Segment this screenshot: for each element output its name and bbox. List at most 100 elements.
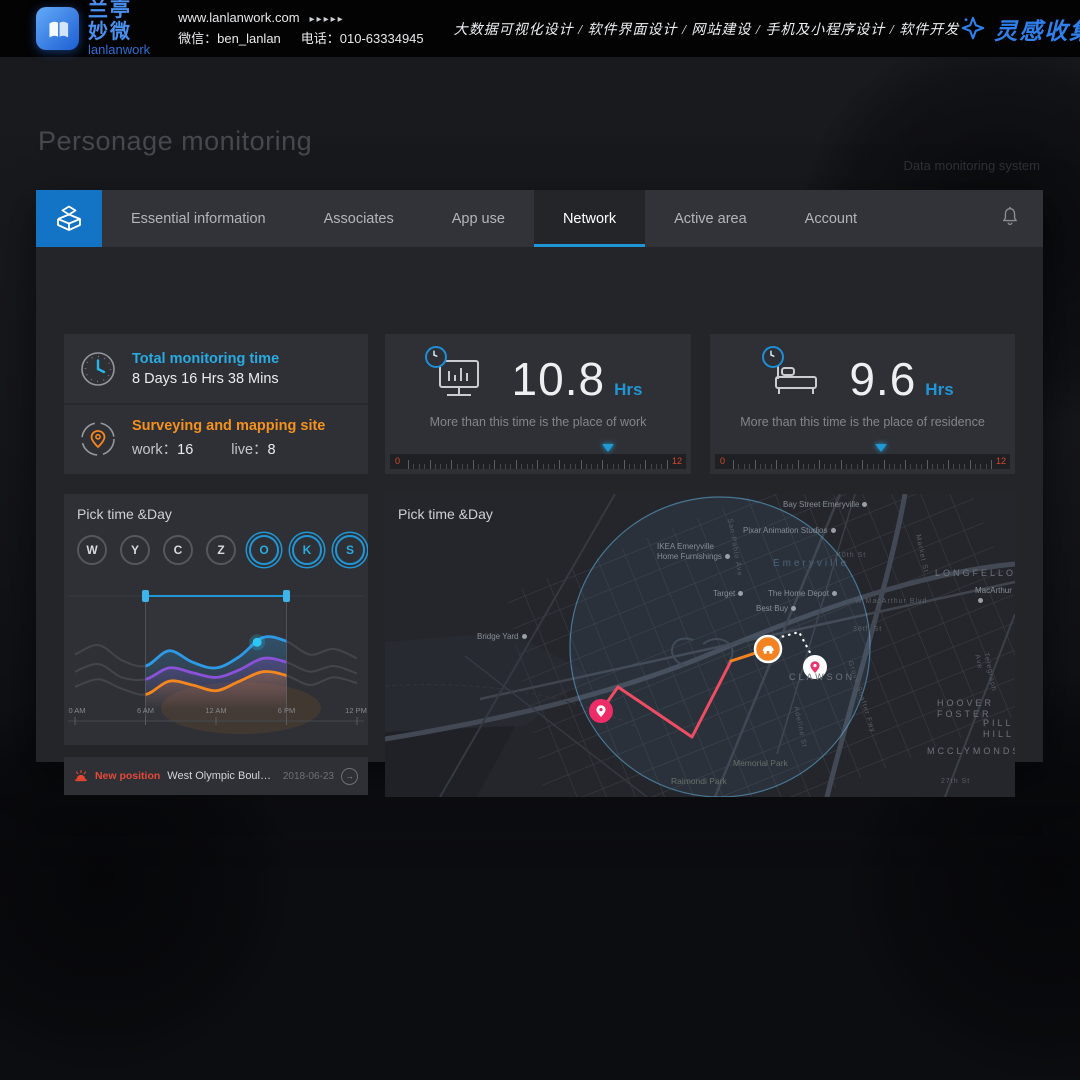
- day-button-s[interactable]: S: [335, 535, 365, 565]
- svg-text:0 AM: 0 AM: [68, 706, 85, 715]
- map-pin-icon: [831, 528, 836, 533]
- tab-bar: Essential informationAssociatesApp useNe…: [36, 190, 1043, 247]
- scale-tick: [430, 460, 431, 469]
- day-button-c[interactable]: C: [163, 535, 193, 565]
- tab-associates[interactable]: Associates: [295, 190, 423, 247]
- services-list: 大数据可视化设计 / 软件界面设计 / 网站建设 / 手机及小程序设计 / 软件…: [454, 19, 960, 39]
- website-url[interactable]: www.lanlanwork.com: [178, 10, 299, 25]
- scale-tick: [738, 464, 739, 469]
- day-button-k[interactable]: K: [292, 535, 322, 565]
- day-button-y[interactable]: Y: [120, 535, 150, 565]
- brand-logo[interactable]: [36, 7, 79, 50]
- alert-detail-arrow-icon[interactable]: →: [341, 768, 358, 785]
- panel-body: Total monitoring time 8 Days 16 Hrs 38 M…: [36, 247, 1043, 762]
- tab-essential-information[interactable]: Essential information: [102, 190, 295, 247]
- inspiration-collect[interactable]: 灵感收集: [959, 12, 1080, 46]
- range-slider-handle: [142, 590, 149, 602]
- site-header: 兰亭妙微 lanlanwork www.lanlanwork.com▸▸▸▸▸ …: [0, 0, 1080, 57]
- dashboard-home-button[interactable]: [36, 190, 102, 247]
- scale-tick: [937, 464, 938, 469]
- scale-tick: [489, 464, 490, 469]
- work-hours-scale: 0 12: [390, 454, 686, 469]
- scale-tick: [921, 464, 922, 469]
- scale-tick: [792, 464, 793, 469]
- work-label: work：: [132, 442, 177, 458]
- scale-tick: [776, 460, 777, 469]
- scale-tick: [618, 464, 619, 469]
- scale-tick: [781, 464, 782, 469]
- vehicle-marker[interactable]: [755, 636, 781, 662]
- siren-alarm-icon: [74, 768, 88, 784]
- tab-active-area[interactable]: Active area: [645, 190, 776, 247]
- scale-tick: [446, 464, 447, 469]
- work-hours-value: 10.8: [512, 352, 606, 406]
- scale-marker-icon[interactable]: [602, 444, 614, 452]
- scale-tick: [543, 464, 544, 469]
- map-label: PILL HILL: [983, 718, 1015, 741]
- scale-tick: [634, 464, 635, 469]
- scale-tick: [597, 464, 598, 469]
- page-title: Personage monitoring: [38, 126, 312, 157]
- monitoring-time-value: 8 Days 16 Hrs 38 Mins: [132, 371, 279, 387]
- scale-max: 12: [996, 456, 1006, 466]
- scale-tick: [532, 464, 533, 469]
- scale-tick: [900, 464, 901, 469]
- screen: 兰亭妙微 lanlanwork www.lanlanwork.com▸▸▸▸▸ …: [0, 0, 1080, 866]
- map-pin-icon: [832, 591, 837, 596]
- scale-tick: [873, 464, 874, 469]
- scale-tick: [494, 460, 495, 469]
- mapping-site-title: Surveying and mapping site: [132, 418, 325, 434]
- scale-tick: [656, 464, 657, 469]
- scale-min: 0: [720, 456, 725, 466]
- day-button-z[interactable]: Z: [206, 535, 236, 565]
- tab-network[interactable]: Network: [534, 190, 645, 247]
- scale-tick: [884, 460, 885, 469]
- tab-account[interactable]: Account: [776, 190, 886, 247]
- map-label: 40th St: [837, 552, 866, 561]
- scale-tick: [798, 460, 799, 469]
- scale-tick: [749, 464, 750, 469]
- live-label: live：: [231, 442, 267, 458]
- map-pin-icon: [725, 554, 730, 559]
- map-card: Pick time &Day Bay Street EmeryvillePixa…: [385, 494, 1015, 797]
- scale-tick: [554, 464, 555, 469]
- alert-date: 2018-06-23: [283, 771, 334, 782]
- origin-marker[interactable]: [589, 699, 613, 723]
- map-label: MCCLYMONDS: [927, 746, 1015, 757]
- total-monitoring-row: Total monitoring time 8 Days 16 Hrs 38 M…: [64, 334, 368, 403]
- map-pin-icon: [978, 598, 983, 603]
- residence-hours-card: 9.6 Hrs More than this time is the place…: [710, 334, 1015, 474]
- new-position-alert[interactable]: New position West Olympic Boulevard,... …: [64, 757, 368, 795]
- scale-tick: [640, 464, 641, 469]
- live-value: 8: [268, 442, 276, 458]
- map-pin-icon: [522, 634, 527, 639]
- map-label: IKEA Emeryville Home Furnishings: [657, 542, 730, 562]
- phone-contact: 电话：010-63334945: [301, 31, 424, 46]
- scale-tick: [851, 464, 852, 469]
- svg-text:12 AM: 12 AM: [205, 706, 226, 715]
- tab-app-use[interactable]: App use: [423, 190, 534, 247]
- scale-tick: [846, 464, 847, 469]
- alert-address: West Olympic Boulevard,...: [167, 770, 276, 782]
- residence-hours-scale: 0 12: [715, 454, 1010, 469]
- summary-card: Total monitoring time 8 Days 16 Hrs 38 M…: [64, 334, 368, 474]
- clock-icon: [78, 349, 118, 389]
- scale-tick: [905, 460, 906, 469]
- chart-card-title: Pick time &Day: [77, 506, 172, 522]
- scale-tick: [408, 460, 409, 469]
- day-button-w[interactable]: W: [77, 535, 107, 565]
- day-button-o[interactable]: O: [249, 535, 279, 565]
- map-pin-icon: [791, 606, 796, 611]
- scale-tick: [991, 460, 992, 469]
- notifications-bell-icon[interactable]: [999, 205, 1021, 232]
- scale-marker-icon[interactable]: [875, 444, 887, 452]
- scale-tick: [980, 464, 981, 469]
- time-day-chart-card: Pick time &Day WYCZOKS 0 AM6 AM12 AM6 PM…: [64, 494, 368, 745]
- time-range-chart[interactable]: 0 AM6 AM12 AM6 PM12 PM: [64, 576, 368, 738]
- chart-point-marker: [253, 638, 262, 647]
- map-label: The Home Depot: [768, 589, 837, 599]
- map-label: 36th St: [853, 626, 882, 635]
- work-hours-unit: Hrs: [614, 380, 642, 400]
- scale-tick: [835, 464, 836, 469]
- map-label: Bridge Yard: [477, 632, 527, 642]
